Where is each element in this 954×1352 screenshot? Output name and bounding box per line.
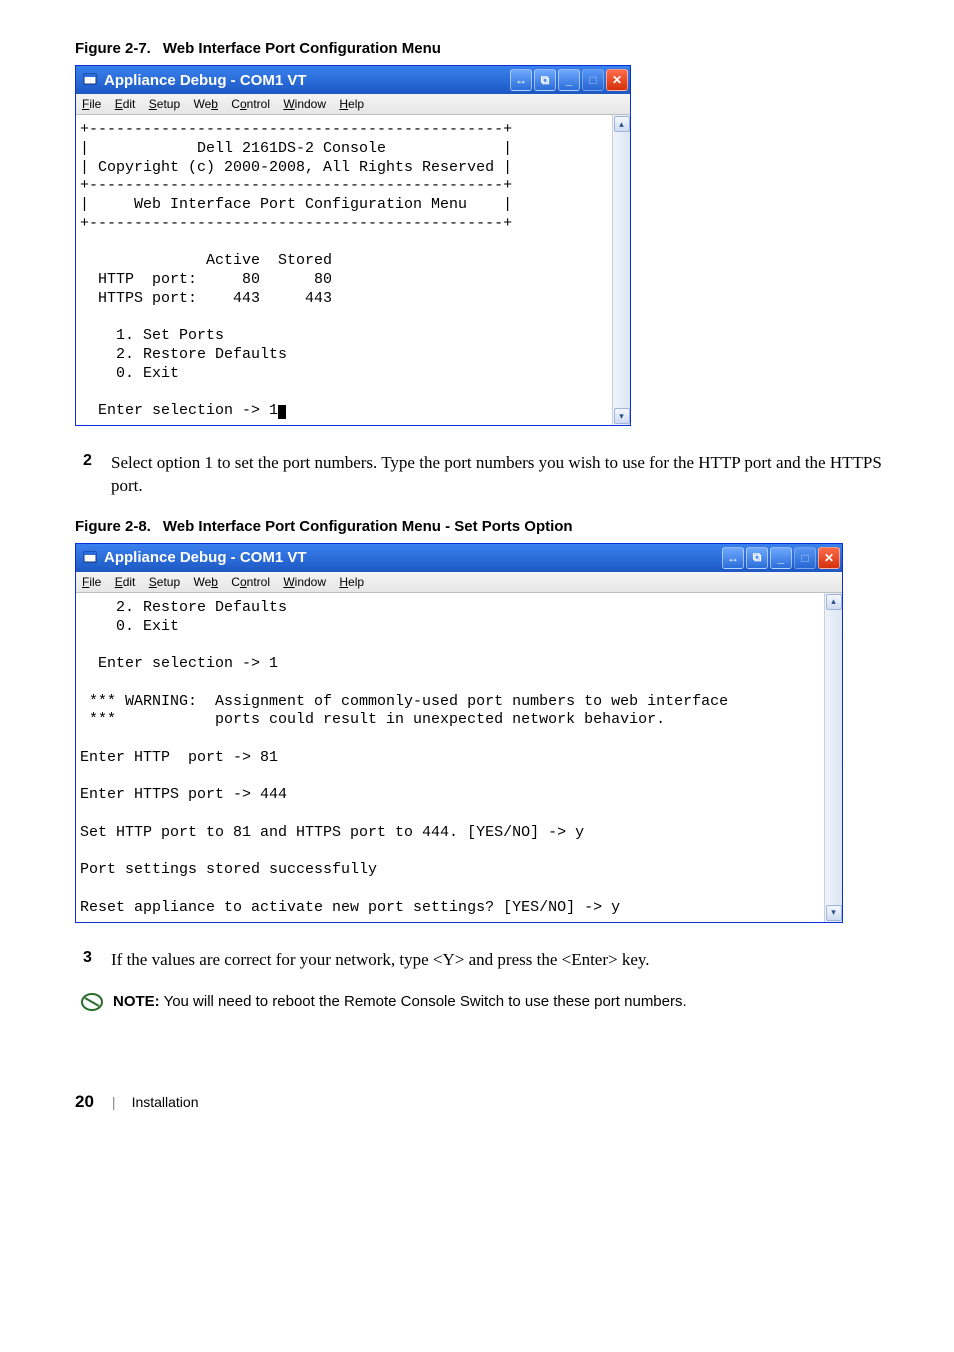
scroll-down-icon[interactable]: ▾ (826, 905, 842, 921)
footer-separator: | (112, 1094, 116, 1110)
step-text: Select option 1 to set the port numbers.… (111, 452, 894, 498)
app-icon (82, 550, 98, 566)
titlebar[interactable]: Appliance Debug - COM1 VT ↔ ⧉ _ □ ✕ (76, 66, 630, 94)
window-buttons: ↔ ⧉ _ □ ✕ (510, 69, 628, 91)
window-title: Appliance Debug - COM1 VT (104, 72, 510, 89)
menu-control[interactable]: Control (231, 575, 270, 589)
menu-help[interactable]: Help (339, 575, 364, 589)
window-title: Appliance Debug - COM1 VT (104, 549, 722, 566)
maximize-button[interactable]: □ (582, 69, 604, 91)
terminal-output-2: 2. Restore Defaults 0. Exit Enter select… (76, 593, 824, 922)
figure-title: Web Interface Port Configuration Menu (163, 40, 441, 57)
figure-caption-2: Figure 2-8. Web Interface Port Configurat… (75, 518, 894, 535)
window-1: Appliance Debug - COM1 VT ↔ ⧉ _ □ ✕ File… (75, 65, 631, 426)
note-text: NOTE: You will need to reboot the Remote… (113, 992, 687, 1012)
menu-web[interactable]: Web (193, 575, 217, 589)
terminal-area: 2. Restore Defaults 0. Exit Enter select… (76, 593, 842, 922)
scrollbar[interactable]: ▴ ▾ (612, 115, 630, 425)
minimize-button[interactable]: _ (558, 69, 580, 91)
note-block: NOTE: You will need to reboot the Remote… (79, 992, 894, 1012)
note-icon (79, 992, 105, 1012)
note-body: You will need to reboot the Remote Conso… (164, 993, 687, 1010)
scroll-up-icon[interactable]: ▴ (826, 594, 842, 610)
close-button[interactable]: ✕ (606, 69, 628, 91)
terminal-area: +---------------------------------------… (76, 115, 630, 425)
maximize-button[interactable]: □ (794, 547, 816, 569)
titlebar[interactable]: Appliance Debug - COM1 VT ↔ ⧉ _ □ ✕ (76, 544, 842, 572)
menu-setup[interactable]: Setup (149, 575, 180, 589)
menu-web[interactable]: Web (193, 97, 217, 111)
close-button[interactable]: ✕ (818, 547, 840, 569)
page-footer: 20 | Installation (75, 1092, 894, 1112)
terminal-text: +---------------------------------------… (80, 121, 512, 419)
extra-button-1[interactable]: ↔ (722, 547, 744, 569)
cursor-icon (278, 405, 286, 419)
step-2: 2 Select option 1 to set the port number… (83, 452, 894, 498)
window-2: Appliance Debug - COM1 VT ↔ ⧉ _ □ ✕ File… (75, 543, 843, 923)
terminal-output-1: +---------------------------------------… (76, 115, 612, 425)
extra-button-2[interactable]: ⧉ (746, 547, 768, 569)
figure-caption-1: Figure 2-7. Web Interface Port Configurat… (75, 40, 894, 57)
menu-setup[interactable]: Setup (149, 97, 180, 111)
extra-button-1[interactable]: ↔ (510, 69, 532, 91)
section-name: Installation (132, 1094, 199, 1110)
menubar: File Edit Setup Web Control Window Help (76, 94, 630, 115)
figure-number: Figure 2-7. (75, 40, 151, 57)
figure-title: Web Interface Port Configuration Menu - … (163, 518, 573, 535)
app-icon (82, 72, 98, 88)
page-number: 20 (75, 1092, 94, 1112)
menu-window[interactable]: Window (283, 575, 326, 589)
figure-number: Figure 2-8. (75, 518, 151, 535)
step-3: 3 If the values are correct for your net… (83, 949, 894, 972)
window-buttons: ↔ ⧉ _ □ ✕ (722, 547, 840, 569)
step-text: If the values are correct for your netwo… (111, 949, 650, 972)
menubar: File Edit Setup Web Control Window Help (76, 572, 842, 593)
minimize-button[interactable]: _ (770, 547, 792, 569)
menu-edit[interactable]: Edit (115, 97, 136, 111)
menu-window[interactable]: Window (283, 97, 326, 111)
note-label: NOTE: (113, 993, 160, 1010)
scroll-up-icon[interactable]: ▴ (614, 116, 630, 132)
extra-button-2[interactable]: ⧉ (534, 69, 556, 91)
step-number: 3 (83, 949, 111, 972)
scrollbar[interactable]: ▴ ▾ (824, 593, 842, 922)
menu-help[interactable]: Help (339, 97, 364, 111)
menu-edit[interactable]: Edit (115, 575, 136, 589)
menu-file[interactable]: File (82, 97, 101, 111)
menu-control[interactable]: Control (231, 97, 270, 111)
step-number: 2 (83, 452, 111, 498)
scroll-down-icon[interactable]: ▾ (614, 408, 630, 424)
menu-file[interactable]: File (82, 575, 101, 589)
